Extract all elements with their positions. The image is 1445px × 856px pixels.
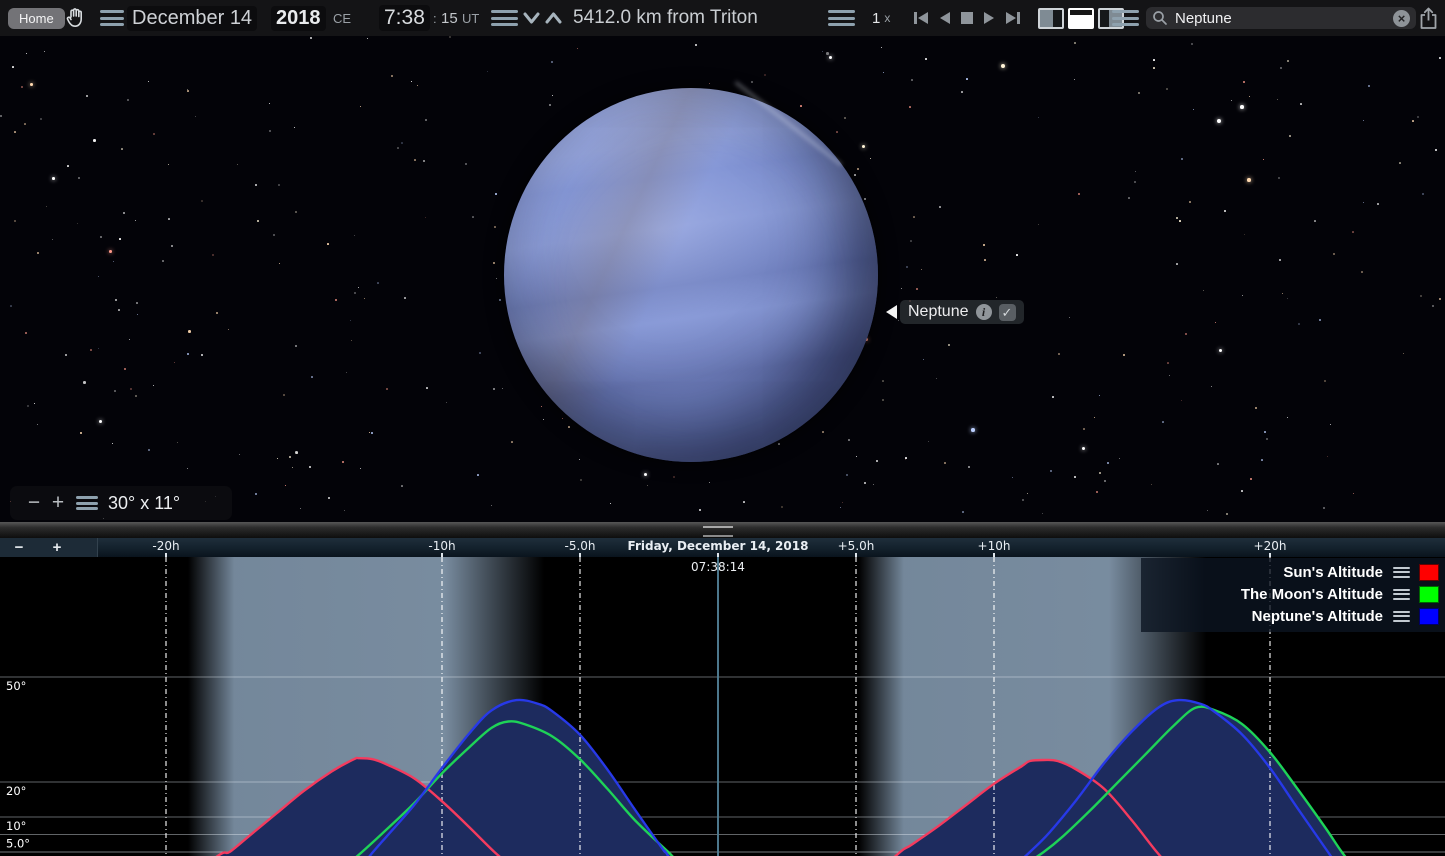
stop-icon[interactable] <box>960 10 974 26</box>
label-checkbox[interactable]: ✓ <box>999 304 1016 321</box>
search-input-container[interactable]: × <box>1146 7 1416 29</box>
chevron-up-icon[interactable] <box>545 0 562 36</box>
date-field[interactable]: December 14 <box>127 0 257 36</box>
legend-label: Sun's Altitude <box>1283 564 1383 581</box>
x-tick-label: +10h <box>978 539 1011 553</box>
x-tick-label: +20h <box>1254 539 1287 553</box>
graph-zoom-in-button[interactable]: + <box>38 539 76 556</box>
time-rate-value: 1 <box>872 10 880 27</box>
starfield[interactable]: Neptune i ✓ − + 30° x 11° <box>0 36 1445 522</box>
chart-legend: Sun's Altitude The Moon's Altitude Neptune… <box>1141 558 1445 632</box>
time-rate-unit: x <box>884 11 890 25</box>
time-colon: : <box>433 0 437 36</box>
x-tick-mark <box>579 553 581 557</box>
x-tick-label: -10h <box>428 539 455 553</box>
settings-menu-icon[interactable] <box>1112 0 1139 36</box>
legend-row[interactable]: Neptune's Altitude <box>1141 605 1439 627</box>
panel-divider[interactable] <box>0 522 1445 538</box>
location-status: 5412.0 km from Triton <box>573 0 758 36</box>
date-menu-icon[interactable] <box>100 0 124 36</box>
time-zone[interactable]: UT <box>462 0 479 36</box>
share-icon[interactable] <box>1418 0 1439 36</box>
date-month-day[interactable]: December 14 <box>127 6 257 31</box>
legend-menu-icon[interactable] <box>1393 611 1410 622</box>
x-tick-mark <box>993 553 995 557</box>
zoom-in-button[interactable]: + <box>46 491 70 515</box>
graph-zoom-out-button[interactable]: − <box>0 539 38 556</box>
skip-to-end-icon[interactable] <box>1004 10 1022 26</box>
left-panel-toggle-icon[interactable] <box>1038 8 1064 29</box>
legend-row[interactable]: Sun's Altitude <box>1141 561 1439 583</box>
x-tick-mark <box>165 553 167 557</box>
skip-to-start-icon[interactable] <box>912 10 930 26</box>
view-menu-icon[interactable] <box>491 0 518 36</box>
selection-pointer-icon <box>886 305 897 319</box>
altitude-grid-labels: 50° 20° 10° 5.0° <box>6 679 30 851</box>
legend-label: The Moon's Altitude <box>1241 586 1383 603</box>
home-button[interactable]: Home <box>8 0 65 36</box>
time-hours-minutes[interactable]: 7:38 <box>379 5 430 31</box>
year-field[interactable]: 2018 <box>271 0 326 36</box>
x-tick-label: +5.0h <box>838 539 875 553</box>
hand-tool-icon[interactable] <box>64 0 88 36</box>
legend-label: Neptune's Altitude <box>1252 608 1383 625</box>
x-tick-mark <box>441 553 443 557</box>
x-tick-mark <box>855 553 857 557</box>
chart-time-axis-header[interactable]: − + Friday, December 14, 2018 -20h -10h -5… <box>0 538 1445 557</box>
legend-color-swatch[interactable] <box>1419 608 1439 625</box>
time-field[interactable]: 7:38 <box>379 0 430 36</box>
play-icon[interactable] <box>982 10 996 26</box>
current-time-readout: 07:38:14 <box>691 560 745 574</box>
chart-date-label: Friday, December 14, 2018 <box>628 539 809 553</box>
bottom-panel-toggle-icon[interactable] <box>1068 8 1094 29</box>
fov-menu-icon[interactable] <box>76 496 98 510</box>
legend-row[interactable]: The Moon's Altitude <box>1141 583 1439 605</box>
legend-menu-icon[interactable] <box>1393 567 1410 578</box>
x-tick-mark <box>1269 553 1271 557</box>
selected-object-name: Neptune <box>908 303 969 321</box>
svg-text:10°: 10° <box>6 819 26 833</box>
skysafari-app: Home December 14 2018 CE 7:38 : 15 UT 54… <box>0 0 1445 856</box>
svg-text:20°: 20° <box>6 784 26 798</box>
date-year[interactable]: 2018 <box>271 6 326 31</box>
cloud-streak <box>734 81 842 166</box>
time-rate[interactable]: 1 x <box>872 0 890 36</box>
svg-text:5.0°: 5.0° <box>6 837 30 851</box>
x-tick-label: -5.0h <box>564 539 595 553</box>
legend-menu-icon[interactable] <box>1393 589 1410 600</box>
home-button-label: Home <box>8 8 65 29</box>
search-input[interactable] <box>1173 9 1367 28</box>
info-icon[interactable]: i <box>976 304 992 320</box>
time-seconds[interactable]: 15 <box>441 0 458 36</box>
drag-handle-icon[interactable] <box>703 526 733 537</box>
legend-color-swatch[interactable] <box>1419 586 1439 603</box>
fov-control-bar: − + 30° x 11° <box>10 486 232 520</box>
planet-neptune[interactable] <box>504 88 878 462</box>
graph-zoom-control: − + <box>0 538 98 557</box>
fov-value: 30° x 11° <box>108 493 180 514</box>
playback-controls <box>908 0 1026 36</box>
altitude-chart[interactable]: 50° 20° 10° 5.0° 07:38:14 Sun's Altitude The… <box>0 557 1445 856</box>
time-flow-menu-icon[interactable] <box>828 0 855 36</box>
selected-object-label[interactable]: Neptune i ✓ <box>886 300 1024 324</box>
svg-text:50°: 50° <box>6 679 26 693</box>
search-icon <box>1152 10 1168 26</box>
chevron-down-icon[interactable] <box>523 0 540 36</box>
clear-search-icon[interactable]: × <box>1393 10 1410 27</box>
legend-color-swatch[interactable] <box>1419 564 1439 581</box>
date-era[interactable]: CE <box>333 0 351 36</box>
zoom-out-button[interactable]: − <box>22 491 46 515</box>
step-back-icon[interactable] <box>938 10 952 26</box>
x-tick-label: -20h <box>152 539 179 553</box>
top-toolbar: Home December 14 2018 CE 7:38 : 15 UT 54… <box>0 0 1445 36</box>
